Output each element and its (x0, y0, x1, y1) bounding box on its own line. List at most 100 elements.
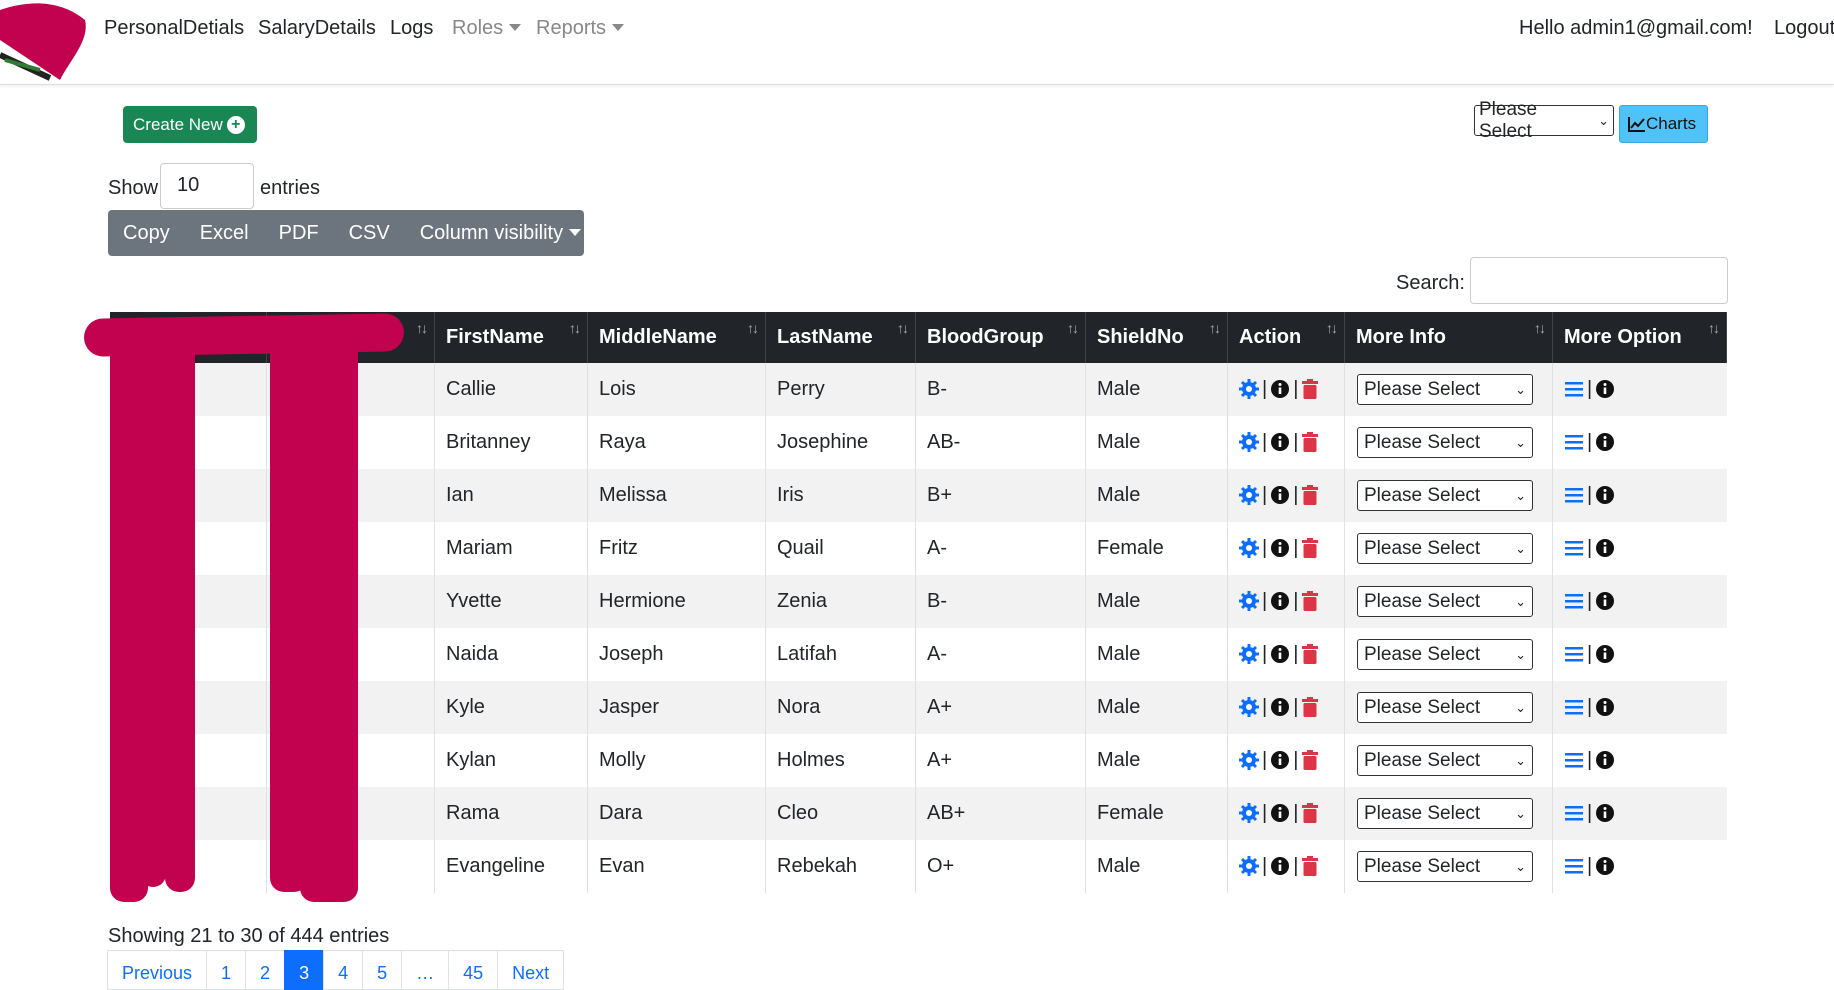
gear-icon[interactable] (1239, 485, 1259, 505)
more-info-select[interactable]: Please Select ⌄ (1357, 480, 1533, 511)
more-info-select[interactable]: Please Select ⌄ (1357, 639, 1533, 670)
nav-logs[interactable]: Logs (390, 17, 433, 40)
list-icon[interactable] (1564, 592, 1584, 610)
col-header-bloodgroup[interactable]: BloodGroup ↑↓ (916, 312, 1086, 363)
info-icon[interactable] (1270, 697, 1290, 717)
info-icon[interactable] (1270, 750, 1290, 770)
gear-icon[interactable] (1239, 591, 1259, 611)
more-info-select[interactable]: Please Select ⌄ (1357, 851, 1533, 882)
page-link[interactable]: 3 (284, 950, 325, 990)
list-icon[interactable] (1564, 857, 1584, 875)
nav-roles-dropdown[interactable]: Roles (452, 17, 522, 40)
more-info-select[interactable]: Please Select ⌄ (1357, 533, 1533, 564)
charts-button[interactable]: Charts (1619, 105, 1708, 143)
trash-icon[interactable] (1301, 697, 1319, 717)
more-info-select[interactable]: Please Select ⌄ (1357, 586, 1533, 617)
separator: | (1262, 695, 1268, 718)
search-input[interactable] (1470, 257, 1728, 304)
trash-icon[interactable] (1301, 379, 1319, 399)
trash-icon[interactable] (1301, 803, 1319, 823)
info-icon[interactable] (1270, 485, 1290, 505)
gear-icon[interactable] (1239, 644, 1259, 664)
list-icon[interactable] (1564, 539, 1584, 557)
trash-icon[interactable] (1301, 485, 1319, 505)
info-icon[interactable] (1595, 697, 1615, 717)
info-icon[interactable] (1595, 856, 1615, 876)
info-icon[interactable] (1595, 538, 1615, 558)
list-icon[interactable] (1564, 380, 1584, 398)
page-link[interactable]: 5 (362, 950, 403, 990)
more-info-select[interactable]: Please Select ⌄ (1357, 427, 1533, 458)
info-icon[interactable] (1595, 379, 1615, 399)
info-icon[interactable] (1270, 591, 1290, 611)
nav-personal-details[interactable]: PersonalDetials (104, 17, 244, 40)
info-icon[interactable] (1595, 644, 1615, 664)
nav-salary-details[interactable]: SalaryDetails (258, 17, 376, 40)
list-icon[interactable] (1564, 645, 1584, 663)
page-link[interactable]: … (401, 950, 450, 990)
more-info-select[interactable]: Please Select ⌄ (1357, 745, 1533, 776)
excel-button[interactable]: Excel (185, 222, 264, 245)
gear-icon[interactable] (1239, 856, 1259, 876)
page-link[interactable]: 45 (448, 950, 499, 990)
page-link[interactable]: Previous (107, 950, 208, 990)
info-icon[interactable] (1595, 591, 1615, 611)
page-link[interactable]: 2 (245, 950, 286, 990)
list-icon[interactable] (1564, 486, 1584, 504)
more-info-select[interactable]: Please Select ⌄ (1357, 798, 1533, 829)
gear-icon[interactable] (1239, 432, 1259, 452)
info-icon[interactable] (1270, 379, 1290, 399)
list-icon[interactable] (1564, 751, 1584, 769)
pdf-button[interactable]: PDF (264, 222, 334, 245)
list-icon[interactable] (1564, 804, 1584, 822)
page-length-input[interactable]: 10 (160, 163, 254, 209)
info-icon[interactable] (1595, 485, 1615, 505)
col-header-action[interactable]: Action ↑↓ (1228, 312, 1345, 363)
col-header-more-info[interactable]: More Info ↑↓ (1345, 312, 1553, 363)
col-header-firstname[interactable]: FirstName ↑↓ (435, 312, 588, 363)
trash-icon[interactable] (1301, 750, 1319, 770)
list-icon[interactable] (1564, 433, 1584, 451)
info-icon[interactable] (1270, 644, 1290, 664)
col-header-more-option[interactable]: More Option ↑↓ (1553, 312, 1727, 363)
gear-icon[interactable] (1239, 803, 1259, 823)
info-icon[interactable] (1270, 803, 1290, 823)
page-link[interactable]: 1 (206, 950, 247, 990)
list-icon[interactable] (1564, 698, 1584, 716)
create-new-button[interactable]: Create New + (123, 106, 257, 143)
more-option-cell: | (1553, 681, 1727, 734)
copy-button[interactable]: Copy (108, 222, 185, 245)
more-info-select[interactable]: Please Select ⌄ (1357, 692, 1533, 723)
gear-icon[interactable] (1239, 379, 1259, 399)
info-icon[interactable] (1595, 750, 1615, 770)
more-option-cell: | (1553, 416, 1727, 469)
nav-reports-dropdown[interactable]: Reports (536, 17, 625, 40)
more-info-select[interactable]: Please Select ⌄ (1357, 374, 1533, 405)
info-icon[interactable] (1270, 856, 1290, 876)
col-header-lastname[interactable]: LastName ↑↓ (766, 312, 916, 363)
info-icon[interactable] (1595, 803, 1615, 823)
logout-link[interactable]: Logout (1774, 17, 1834, 40)
page-link[interactable]: 4 (323, 950, 364, 990)
gear-icon[interactable] (1239, 750, 1259, 770)
trash-icon[interactable] (1301, 432, 1319, 452)
page-link[interactable]: Next (497, 950, 565, 990)
separator: | (1293, 642, 1299, 665)
col-header-shieldno[interactable]: ShieldNo ↑↓ (1086, 312, 1228, 363)
trash-icon[interactable] (1301, 591, 1319, 611)
csv-button[interactable]: CSV (334, 222, 405, 245)
info-icon[interactable] (1270, 538, 1290, 558)
info-icon[interactable] (1270, 432, 1290, 452)
cell-bloodgroup: B- (916, 363, 1086, 416)
gear-icon[interactable] (1239, 538, 1259, 558)
cell-lastname: Holmes (766, 734, 916, 787)
column-visibility-button[interactable]: Column visibility (405, 222, 596, 245)
gear-icon[interactable] (1239, 697, 1259, 717)
info-icon[interactable] (1595, 432, 1615, 452)
separator: | (1587, 430, 1593, 453)
col-header-middlename[interactable]: MiddleName ↑↓ (588, 312, 766, 363)
trash-icon[interactable] (1301, 538, 1319, 558)
trash-icon[interactable] (1301, 856, 1319, 876)
chart-type-select[interactable]: Please Select ⌄ (1474, 99, 1614, 142)
trash-icon[interactable] (1301, 644, 1319, 664)
